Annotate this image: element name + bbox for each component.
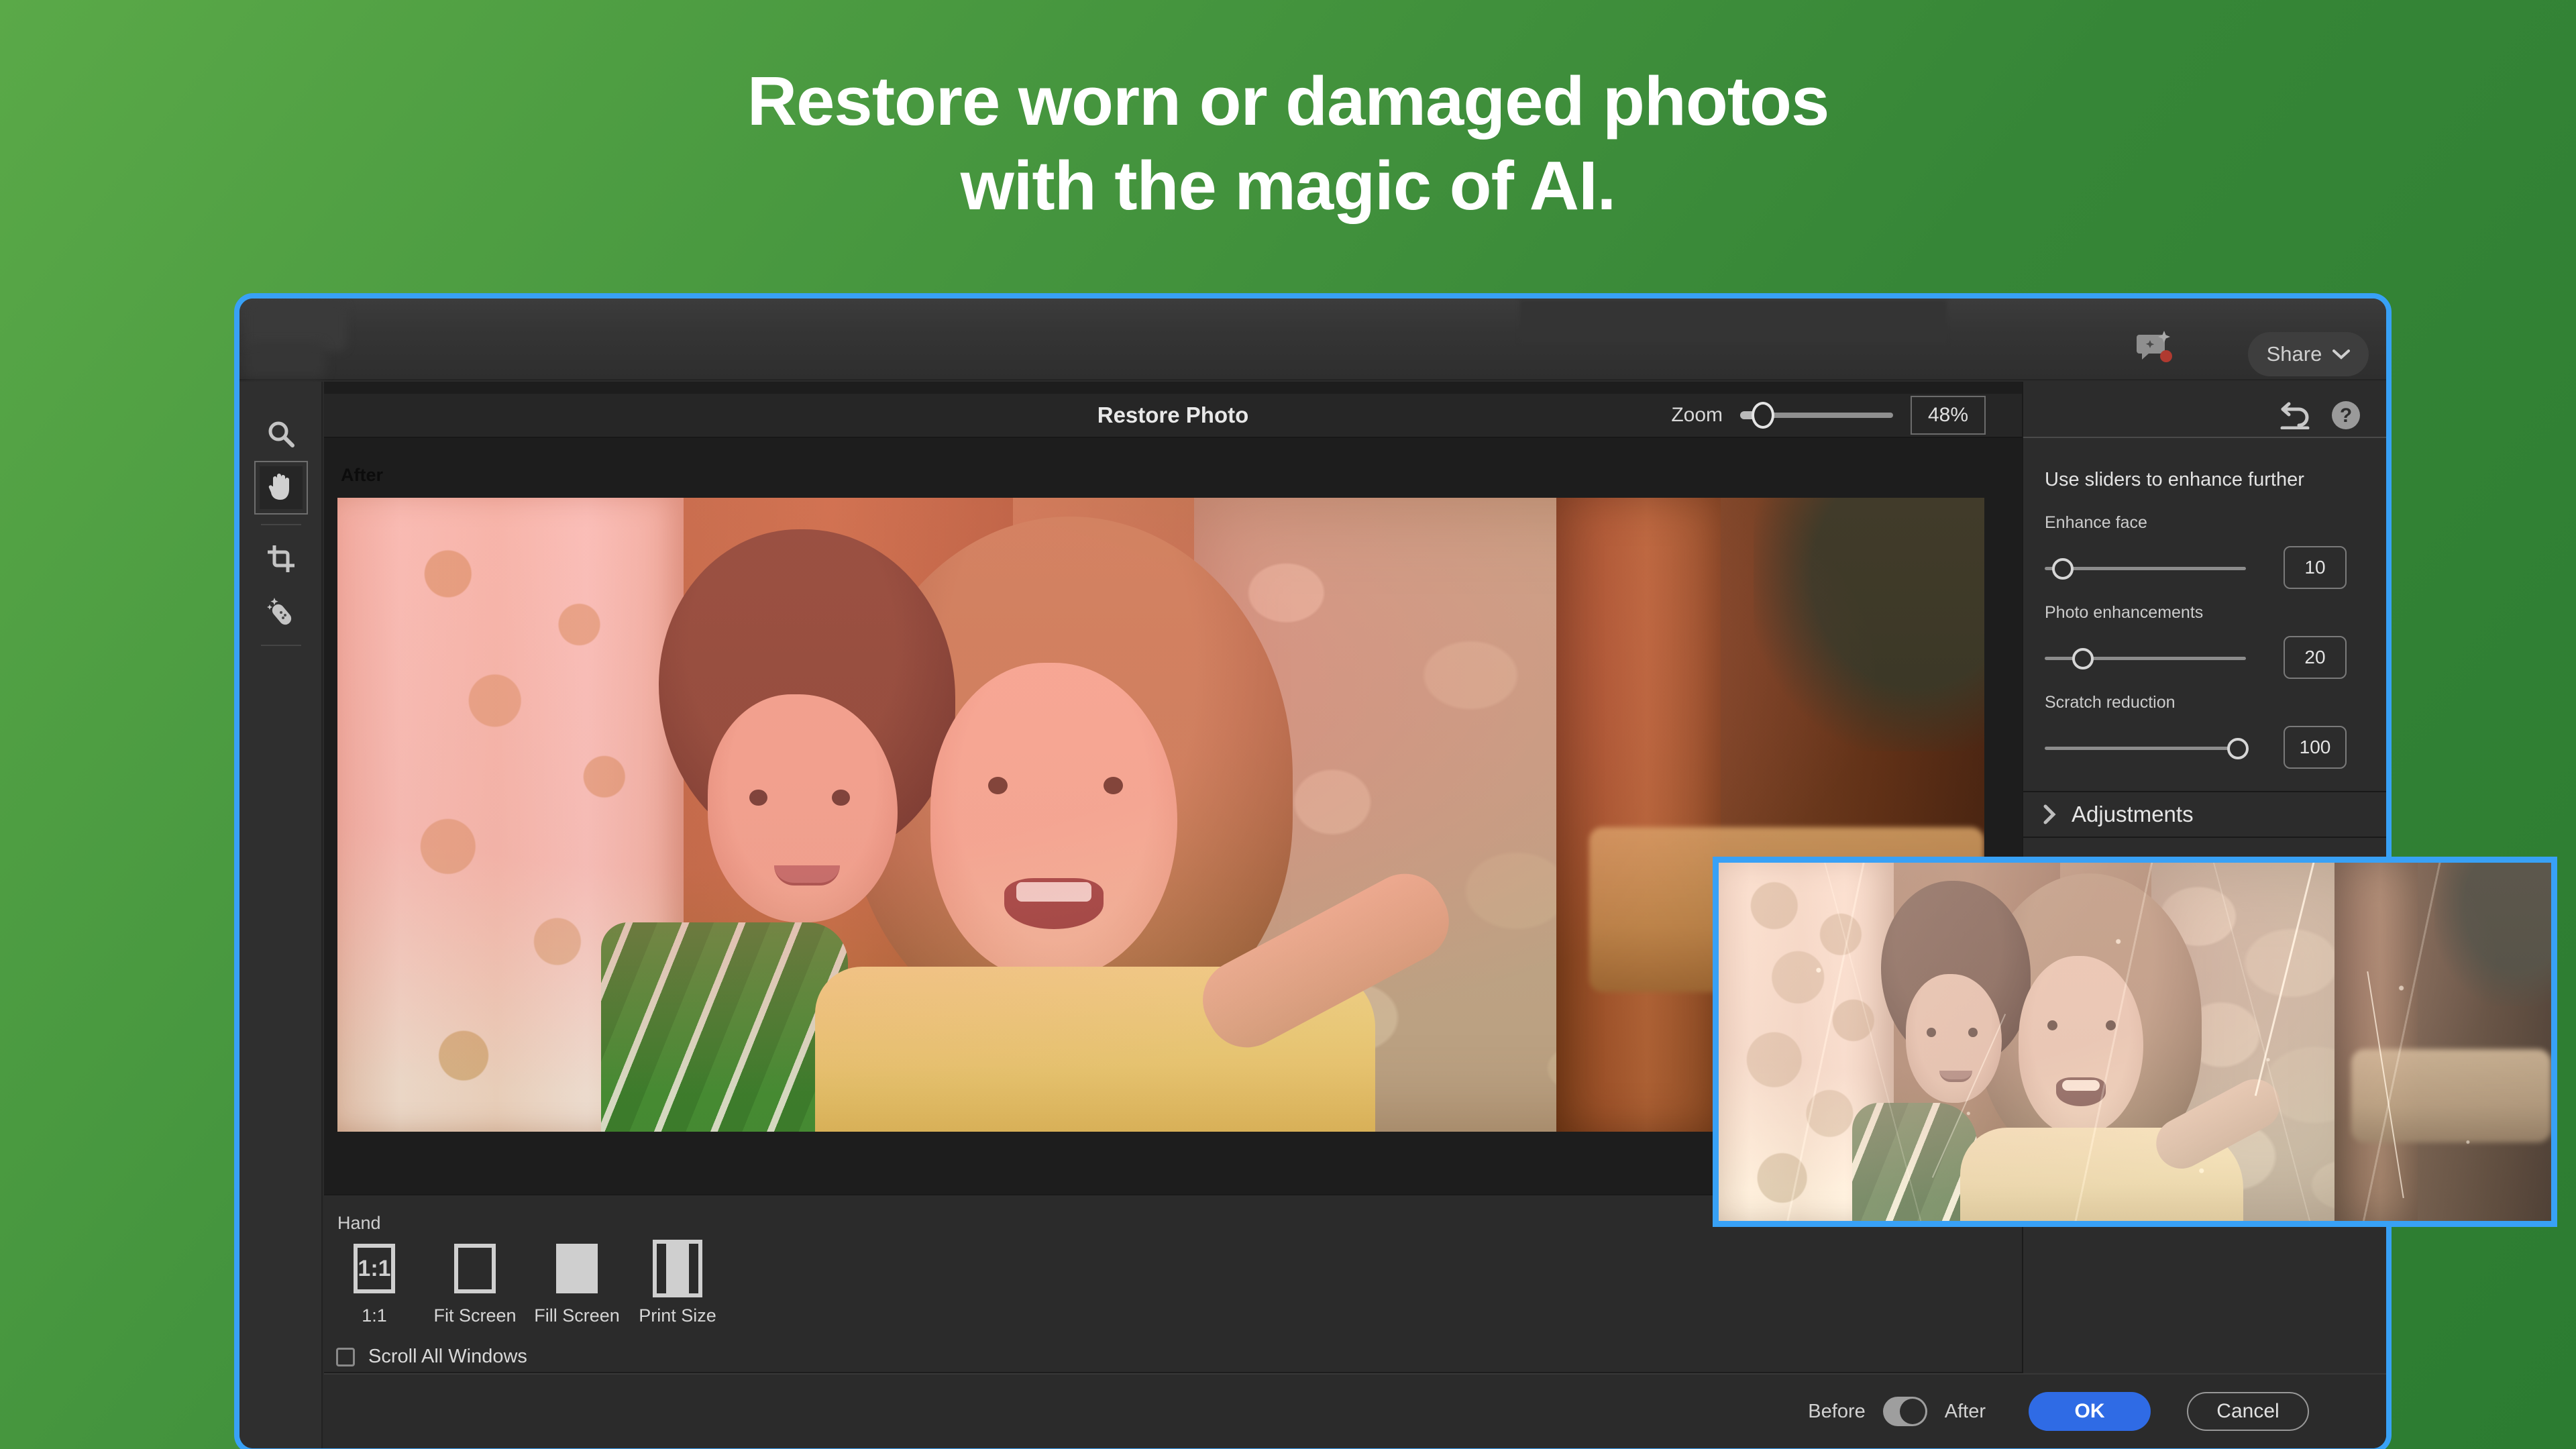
- print-size-button[interactable]: Print Size: [627, 1244, 728, 1326]
- fill-screen-button[interactable]: Fill Screen: [527, 1244, 627, 1326]
- print-size-icon: [657, 1244, 698, 1293]
- headline-line1: Restore worn or damaged photos: [0, 59, 2576, 144]
- panel-header: ?: [2023, 394, 2386, 438]
- help-icon: ?: [2330, 400, 2361, 431]
- cancel-button[interactable]: Cancel: [2187, 1392, 2309, 1431]
- photo-scratch: [1932, 1014, 2006, 1178]
- zoom-slider-track[interactable]: [1740, 413, 1893, 418]
- share-button[interactable]: Share: [2248, 332, 2369, 376]
- scroll-all-windows-checkbox[interactable]: Scroll All Windows: [336, 1346, 527, 1368]
- fit-screen-label: Fit Screen: [433, 1305, 516, 1326]
- tool-rail: [239, 382, 323, 1448]
- tool-options-title: Hand: [337, 1213, 381, 1234]
- feedback-button[interactable]: [2135, 328, 2178, 368]
- scratch-reduction-label: Scratch reduction: [2045, 693, 2365, 712]
- undo-icon: [2279, 401, 2310, 429]
- fit-screen-button[interactable]: Fit Screen: [425, 1244, 525, 1326]
- fill-screen-label: Fill Screen: [534, 1305, 620, 1326]
- chevron-down-icon: [2332, 349, 2350, 360]
- title-bar: Share: [239, 299, 2386, 380]
- zoom-slider-knob[interactable]: [1752, 402, 1774, 429]
- enhance-face-group: Enhance face 10: [2045, 513, 2365, 582]
- before-label: Before: [1808, 1401, 1865, 1423]
- zoom-tool-button[interactable]: [260, 413, 303, 455]
- svg-text:?: ?: [2340, 405, 2352, 427]
- enhance-face-slider-track[interactable]: [2045, 567, 2246, 570]
- magnifier-icon: [266, 419, 297, 449]
- before-after-toggle[interactable]: [1883, 1397, 1927, 1426]
- photo-enhancements-value-field[interactable]: 20: [2284, 636, 2347, 679]
- photo-scratch: [2367, 971, 2404, 1198]
- hand-icon: [266, 472, 296, 504]
- healing-brush-icon: [265, 595, 297, 627]
- rail-divider: [261, 524, 301, 525]
- view-1-1-label: 1:1: [362, 1305, 387, 1326]
- photo-wear-overlay: [1719, 863, 2551, 1221]
- zoom-value-field[interactable]: 48%: [1911, 396, 1986, 435]
- rail-divider-2: [261, 645, 301, 646]
- photo-enhancements-slider-track[interactable]: [2045, 657, 2246, 660]
- panel-heading: Use sliders to enhance further: [2045, 469, 2304, 491]
- reset-button[interactable]: [2279, 399, 2311, 431]
- adjustments-label: Adjustments: [2072, 802, 2194, 827]
- comment-sparkle-icon: [2135, 329, 2178, 367]
- toggle-knob: [1900, 1399, 1925, 1424]
- scratch-reduction-slider-track[interactable]: [2045, 747, 2246, 750]
- fit-screen-icon: [454, 1244, 496, 1293]
- action-bar: Before After OK Cancel: [324, 1373, 2386, 1448]
- adjustments-section-toggle[interactable]: Adjustments: [2023, 791, 2386, 838]
- enhance-face-slider-knob[interactable]: [2052, 558, 2074, 580]
- photo-enhancements-group: Photo enhancements 20: [2045, 603, 2365, 672]
- scratch-reduction-group: Scratch reduction 100: [2045, 693, 2365, 762]
- blurred-titlebar-region: [1520, 300, 1947, 343]
- zoom-control: Zoom 48%: [1671, 394, 1986, 437]
- canvas-view-label: After: [341, 465, 383, 486]
- ok-button[interactable]: OK: [2029, 1392, 2151, 1431]
- fill-screen-icon: [556, 1244, 598, 1293]
- headline-line2: with the magic of AI.: [0, 144, 2576, 228]
- page-background: Restore worn or damaged photos with the …: [0, 0, 2576, 1449]
- share-button-label: Share: [2267, 342, 2322, 366]
- photo-art-before: [1719, 863, 2551, 1221]
- photo-enhancements-slider-knob[interactable]: [2072, 648, 2094, 669]
- chevron-right-icon: [2042, 804, 2057, 824]
- one-to-one-icon: 1:1: [354, 1244, 395, 1293]
- checkbox-icon: [336, 1348, 355, 1366]
- zoom-label: Zoom: [1671, 404, 1723, 427]
- hand-tool-button[interactable]: [260, 466, 303, 509]
- enhance-face-label: Enhance face: [2045, 513, 2365, 533]
- help-button[interactable]: ?: [2330, 399, 2362, 431]
- crop-icon: [266, 544, 296, 574]
- crop-tool-button[interactable]: [260, 537, 303, 580]
- view-1-1-button[interactable]: 1:1 1:1: [324, 1244, 425, 1326]
- photo-scratch: [2255, 857, 2317, 1095]
- dialog-toolbar: Restore Photo Zoom 48%: [324, 394, 2022, 438]
- print-size-label: Print Size: [639, 1305, 716, 1326]
- enhance-face-value-field[interactable]: 10: [2284, 546, 2347, 589]
- scratch-reduction-slider-knob[interactable]: [2227, 738, 2249, 759]
- photo-enhancements-label: Photo enhancements: [2045, 603, 2365, 623]
- blurred-menu-region-2: [245, 343, 325, 378]
- scratch-reduction-value-field[interactable]: 100: [2284, 726, 2347, 769]
- headline: Restore worn or damaged photos with the …: [0, 59, 2576, 228]
- scroll-all-windows-label: Scroll All Windows: [368, 1346, 527, 1368]
- after-label: After: [1945, 1401, 1986, 1423]
- before-photo-inset: [1713, 857, 2557, 1227]
- healing-tool-button[interactable]: [260, 590, 303, 633]
